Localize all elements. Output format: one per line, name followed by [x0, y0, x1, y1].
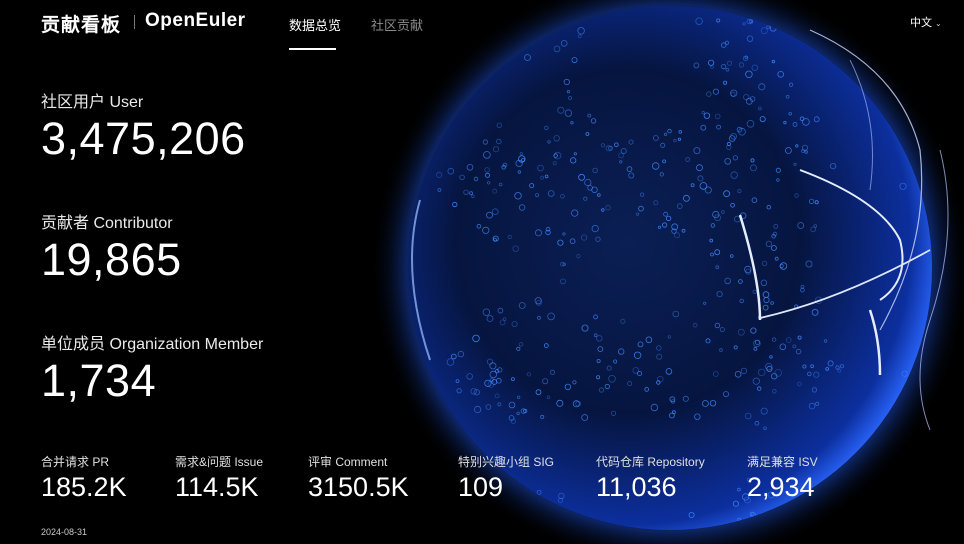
tab-community-contribution[interactable]: 社区贡献	[371, 15, 423, 34]
page-title: 贡献看板	[41, 15, 122, 36]
metric-pr-value: 185.2K	[41, 472, 127, 502]
metric-issue-value: 114.5K	[175, 472, 259, 502]
stat-organization-value: 1,734	[41, 355, 157, 406]
metric-pr-label: 合并请求 PR	[41, 455, 110, 469]
openeuler-logo[interactable]: OpenEuler	[145, 10, 246, 32]
metric-sig-value: 109	[458, 472, 504, 502]
metric-isv-label: 满足兼容 ISV	[747, 455, 818, 469]
stat-contributor-label: 贡献者 Contributor	[41, 215, 173, 232]
language-selector[interactable]: 中文 ⌄	[910, 14, 942, 30]
stat-user-value: 3,475,206	[41, 113, 246, 164]
metric-sig-label: 特别兴趣小组 SIG	[458, 455, 555, 469]
active-tab-underline	[289, 48, 336, 50]
data-date: 2024-08-31	[41, 527, 88, 537]
stat-contributor-value: 19,865	[41, 234, 182, 285]
stat-user-label: 社区用户 User	[41, 94, 144, 111]
metric-repository-label: 代码仓库 Repository	[596, 455, 705, 469]
metric-isv-value: 2,934	[747, 472, 815, 502]
tab-data-overview[interactable]: 数据总览	[289, 15, 341, 34]
metric-issue-label: 需求&问题 Issue	[175, 455, 264, 469]
metric-comment-value: 3150.5K	[308, 472, 409, 502]
chevron-down-icon: ⌄	[935, 19, 942, 28]
stat-organization-label: 单位成员 Organization Member	[41, 336, 264, 353]
metric-comment-label: 评审 Comment	[308, 455, 388, 469]
metric-repository-value: 11,036	[596, 472, 677, 502]
brand-divider	[134, 15, 135, 29]
language-label: 中文	[910, 17, 932, 29]
